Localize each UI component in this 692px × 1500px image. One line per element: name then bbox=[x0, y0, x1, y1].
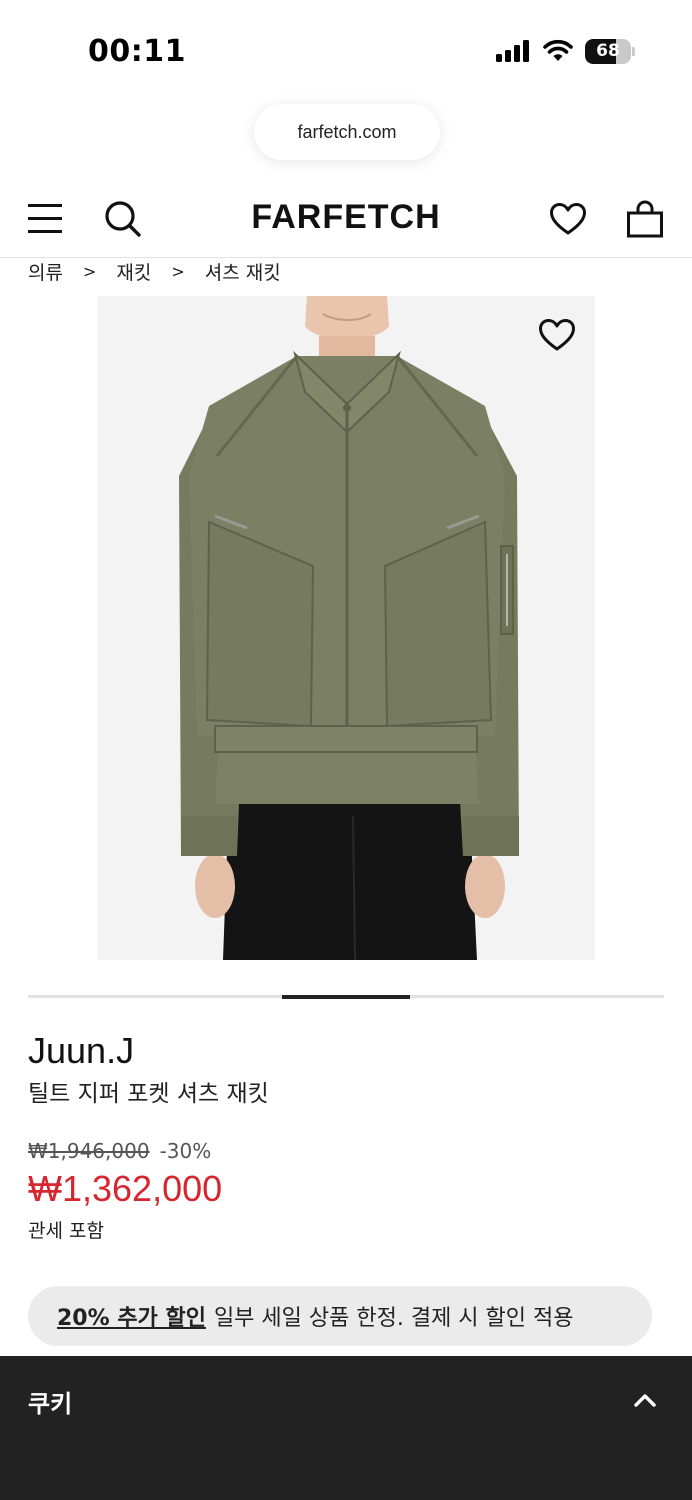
carousel-active-indicator bbox=[282, 995, 410, 999]
heart-icon[interactable] bbox=[538, 318, 576, 352]
cellular-signal-icon bbox=[496, 40, 529, 62]
battery-indicator: 68 bbox=[585, 39, 635, 64]
duty-note: 관세 포함 bbox=[28, 1220, 104, 1242]
chevron-up-icon[interactable] bbox=[632, 1390, 658, 1410]
menu-icon[interactable] bbox=[28, 201, 64, 237]
breadcrumb-item-clothing[interactable]: 의류 bbox=[28, 258, 63, 285]
product-image[interactable] bbox=[97, 296, 595, 960]
promo-link[interactable]: 20% 추가 할인 bbox=[57, 1300, 206, 1332]
shopping-bag-icon[interactable] bbox=[626, 200, 664, 238]
breadcrumb-item-shirt-jackets[interactable]: 셔츠 재킷 bbox=[205, 258, 281, 285]
breadcrumb-separator: > bbox=[171, 261, 185, 281]
address-bar[interactable]: farfetch.com bbox=[254, 104, 440, 160]
original-price: ₩1,946,000 bbox=[28, 1139, 150, 1163]
battery-body: 68 bbox=[585, 39, 631, 64]
battery-level: 68 bbox=[596, 41, 620, 61]
breadcrumb-item-jackets[interactable]: 재킷 bbox=[116, 258, 151, 285]
breadcrumb-separator: > bbox=[82, 261, 97, 281]
discount-badge: -30% bbox=[159, 1139, 212, 1163]
battery-cap bbox=[632, 47, 635, 56]
jacket-illustration bbox=[97, 296, 595, 960]
promo-banner[interactable]: 20% 추가 할인 일부 세일 상품 한정. 결제 시 할인 적용 bbox=[28, 1286, 652, 1346]
cookie-panel: 쿠키 bbox=[0, 1356, 692, 1500]
cookie-title: 쿠키 bbox=[28, 1390, 73, 1418]
promo-text: 일부 세일 상품 한정. 결제 시 할인 적용 bbox=[213, 1306, 574, 1331]
site-header: FARFETCH bbox=[0, 180, 692, 258]
breadcrumb: 의류 > 재킷 > 셔츠 재킷 bbox=[28, 256, 281, 286]
status-bar: 00:11 68 bbox=[0, 0, 692, 100]
search-icon[interactable] bbox=[104, 200, 142, 238]
brand-name[interactable]: Juun.J bbox=[28, 1030, 134, 1072]
status-time: 00:11 bbox=[88, 34, 186, 69]
heart-icon[interactable] bbox=[549, 202, 587, 236]
farfetch-logo[interactable]: FARFETCH bbox=[210, 198, 482, 237]
wifi-icon bbox=[543, 39, 573, 61]
price-row: ₩1,946,000 -30% bbox=[28, 1139, 211, 1163]
product-name: 틸트 지퍼 포켓 셔츠 재킷 bbox=[28, 1081, 269, 1107]
sale-price: ₩1,362,000 bbox=[28, 1168, 223, 1209]
